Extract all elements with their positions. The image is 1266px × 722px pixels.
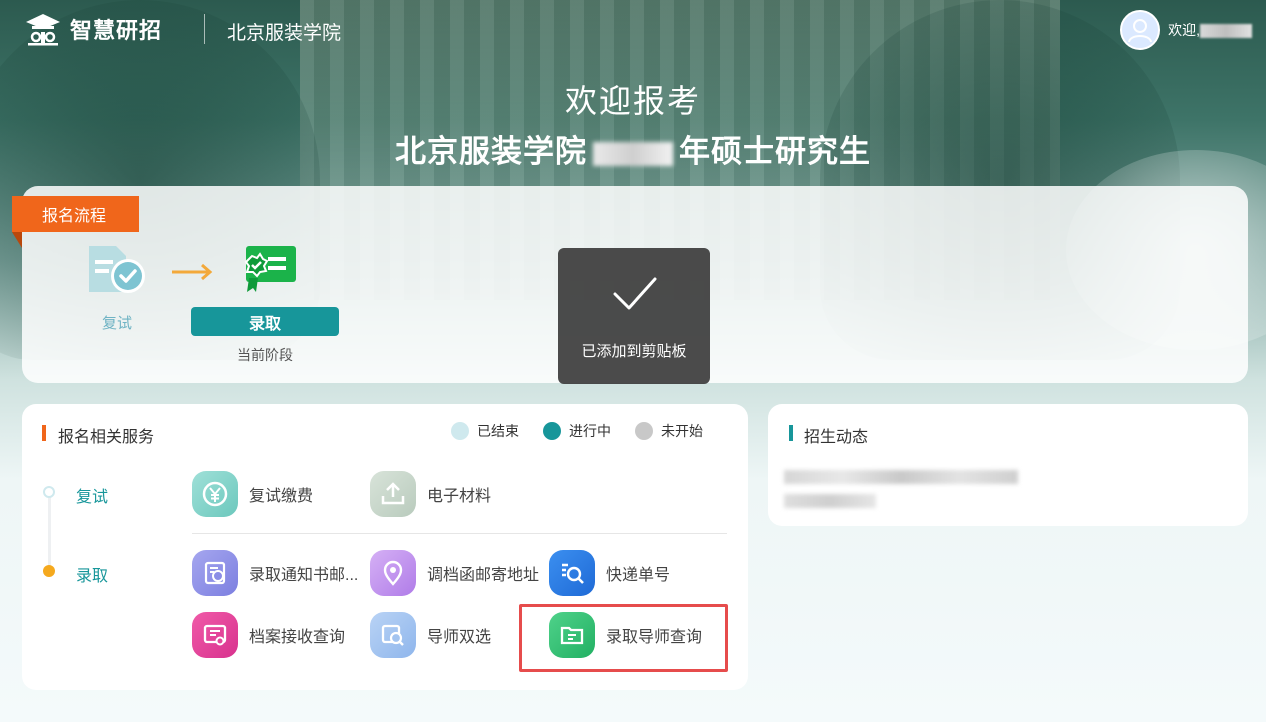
legend-not-started-dot <box>635 422 653 440</box>
brand-logo[interactable]: 智慧研招 <box>24 12 162 46</box>
legend-ended-label: 已结束 <box>477 423 519 439</box>
user-icon <box>1128 19 1153 43</box>
user-menu[interactable]: 欢迎, <box>1120 10 1252 50</box>
admission-step-button[interactable]: 录取 <box>191 307 339 336</box>
news-item-redacted[interactable] <box>784 470 1018 484</box>
service-label: 导师双选 <box>427 629 492 646</box>
toast-message: 已添加到剪贴板 <box>581 343 687 360</box>
service-label: 调档函邮寄地址 <box>427 567 540 584</box>
year-redacted <box>593 141 673 166</box>
service-archive-query[interactable]: 档案接收查询 <box>192 612 345 658</box>
welcome-text: 欢迎, <box>1168 20 1252 40</box>
news-title-bar <box>789 425 793 441</box>
hero-subtitle: 北京服装学院 年硕士研究生 <box>395 134 871 169</box>
user-name-redacted <box>1200 24 1252 39</box>
service-label: 录取通知书邮... <box>249 567 359 584</box>
brand-name: 智慧研招 <box>70 18 163 43</box>
services-title-bar <box>42 425 46 441</box>
timeline-retest-label[interactable]: 复试 <box>76 483 108 507</box>
timeline-admission-label[interactable]: 录取 <box>76 562 108 586</box>
checkmark-icon <box>613 277 657 310</box>
current-stage-label: 当前阶段 <box>237 347 293 363</box>
highlight-box <box>519 604 728 672</box>
timeline-dot-retest <box>43 486 55 498</box>
legend-in-progress-label: 进行中 <box>569 423 611 439</box>
header-divider <box>204 14 205 44</box>
archive-icon <box>192 612 238 658</box>
legend-ended: 已结束 <box>451 421 519 441</box>
retest-step-label: 复试 <box>101 315 132 332</box>
flow-tag-fold <box>12 232 22 248</box>
legend-not-started-label: 未开始 <box>661 423 703 439</box>
services-divider <box>192 533 727 534</box>
timeline-dot-admission <box>43 565 55 577</box>
copied-toast: 已添加到剪贴板 <box>558 248 710 384</box>
service-label: 电子材料 <box>427 488 492 505</box>
school-name: 北京服装学院 <box>227 23 342 44</box>
timeline-line <box>48 496 51 570</box>
service-electronic-materials[interactable]: 电子材料 <box>370 471 491 517</box>
graduation-cap-icon <box>26 14 60 46</box>
flow-tag: 报名流程 <box>12 196 139 232</box>
location-icon <box>370 550 416 596</box>
retest-step-icon[interactable] <box>86 244 148 296</box>
legend-not-started: 未开始 <box>635 421 703 441</box>
service-label: 档案接收查询 <box>249 629 346 646</box>
services-title: 报名相关服务 <box>58 429 155 446</box>
service-retest-fee[interactable]: 复试缴费 <box>192 471 313 517</box>
admission-step-icon[interactable] <box>234 244 298 296</box>
avatar[interactable] <box>1120 10 1161 50</box>
legend-in-progress: 进行中 <box>543 421 611 441</box>
search-list-icon <box>549 550 595 596</box>
legend-ended-dot <box>451 422 469 440</box>
yen-icon <box>192 471 238 517</box>
notice-icon <box>192 550 238 596</box>
news-date-redacted <box>784 494 876 508</box>
service-label: 快递单号 <box>606 567 671 584</box>
service-express-number[interactable]: 快递单号 <box>549 550 670 596</box>
service-transfer-letter-address[interactable]: 调档函邮寄地址 <box>370 550 539 596</box>
hero-title: 欢迎报考 <box>564 83 701 119</box>
upload-icon <box>370 471 416 517</box>
top-bar: 智慧研招 北京服装学院 欢迎, <box>0 0 1266 60</box>
service-label: 复试缴费 <box>249 488 314 505</box>
legend-in-progress-dot <box>543 422 561 440</box>
news-title: 招生动态 <box>804 429 869 446</box>
service-tutor-selection[interactable]: 导师双选 <box>370 612 491 658</box>
service-admission-notice-mail[interactable]: 录取通知书邮... <box>192 550 358 596</box>
tutor-icon <box>370 612 416 658</box>
arrow-right-icon <box>172 263 213 281</box>
